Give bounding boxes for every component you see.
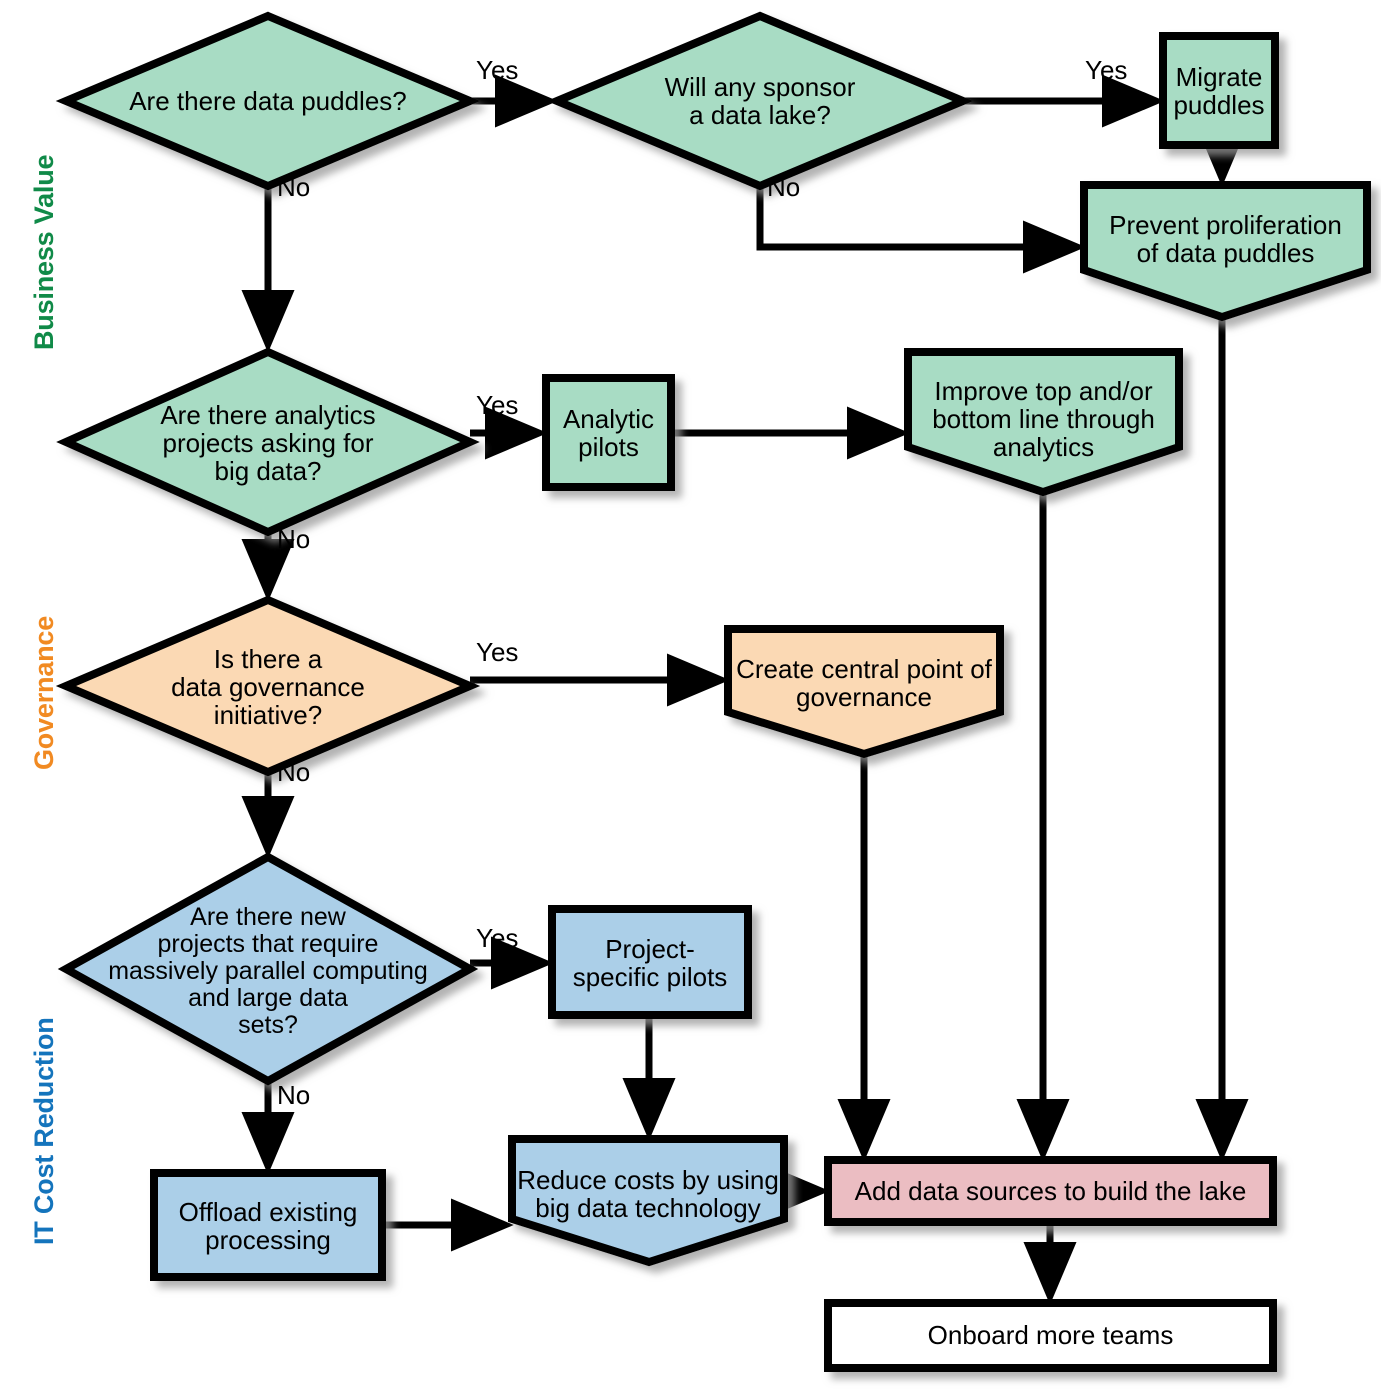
edge-label-analytics-no: No — [277, 524, 311, 554]
node-are-there-analytics-projects[interactable] — [56, 347, 480, 537]
edge-label-governance-no: No — [277, 757, 311, 787]
node-reduce-costs-by-using-big-data-technology[interactable] — [508, 1135, 788, 1267]
node-onboard-more-teams[interactable] — [824, 1299, 1277, 1372]
node-are-there-new-projects[interactable] — [57, 852, 479, 1086]
edge-label-newprojects-yes: Yes — [476, 923, 519, 953]
swimlane-label-governance: Governance — [29, 615, 59, 770]
swimlane-label-business-value: Business Value — [29, 154, 59, 350]
node-project-specific-pilots[interactable] — [548, 905, 752, 1019]
edge-label-puddles-yes: Yes — [476, 55, 519, 85]
node-add-data-sources-to-build-the-lake[interactable] — [824, 1156, 1277, 1226]
node-create-central-point-of-governance[interactable] — [724, 625, 1004, 759]
edge-label-sponsor-yes: Yes — [1085, 55, 1128, 85]
node-is-there-a-data-governance-initiative[interactable] — [55, 595, 481, 777]
node-prevent-proliferation-of-data-puddles[interactable] — [1080, 181, 1371, 322]
node-improve-top-bottom-line[interactable] — [904, 348, 1183, 497]
flowchart-svg — [55, 11, 1371, 1372]
flowchart-canvas: Business Value Governance IT Cost Reduct… — [0, 0, 1381, 1393]
edge-label-sponsor-no: No — [767, 172, 801, 202]
edge-label-governance-yes: Yes — [476, 637, 519, 667]
node-migrate-puddles[interactable] — [1159, 32, 1279, 149]
node-offload-existing-processing[interactable] — [150, 1169, 386, 1281]
swimlane-label-it-cost-reduction: IT Cost Reduction — [29, 1017, 59, 1245]
node-are-there-data-puddles[interactable] — [55, 11, 481, 191]
edge-sponsor-no — [756, 186, 1086, 274]
edge-label-puddles-no: No — [277, 172, 311, 202]
edge-label-newprojects-no: No — [277, 1080, 311, 1110]
edge-label-analytics-yes: Yes — [476, 390, 519, 420]
node-analytic-pilots[interactable] — [542, 374, 675, 491]
node-will-any-sponsor-a-data-lake[interactable] — [546, 11, 974, 191]
